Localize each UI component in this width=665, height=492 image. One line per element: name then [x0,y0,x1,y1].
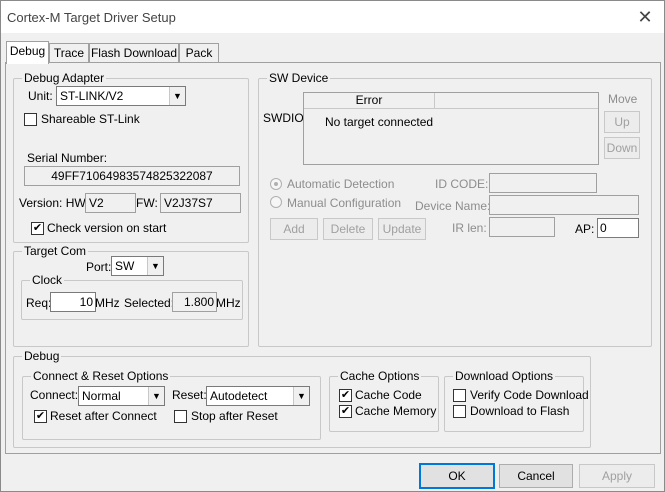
connect-reset-heading: Connect & Reset Options [31,369,171,383]
reset-value: Autodetect [210,389,268,403]
down-button[interactable]: Down [604,137,640,159]
connect-select[interactable]: Normal ▼ [78,386,165,406]
id-code-label: ID CODE: [435,177,489,191]
hw-version-field: V2 [85,193,136,213]
debug-adapter-heading: Debug Adapter [22,71,107,85]
table-row: No target connected [325,115,434,129]
apply-button[interactable]: Apply [579,464,655,488]
fw-version-label: FW: [136,196,158,210]
check-version-checkbox[interactable]: ✔ [31,222,44,235]
ap-input[interactable]: 0 [597,218,639,238]
debug-options-heading: Debug [22,349,62,363]
stop-after-reset-checkbox[interactable] [174,410,187,423]
serial-number-field: 49FF71064983574825322087 [24,166,240,186]
download-to-flash-label: Download to Flash [470,404,570,418]
ap-label: AP: [575,222,595,236]
move-label: Move [608,92,638,106]
unit-value: ST-LINK/V2 [60,89,124,103]
selected-unit: MHz [216,296,241,310]
manual-configuration-label: Manual Configuration [287,196,402,210]
download-to-flash-checkbox[interactable] [453,405,466,418]
cache-code-checkbox[interactable]: ✔ [339,389,352,402]
chevron-down-icon: ▼ [148,387,164,405]
tab-flash-download[interactable]: Flash Download [89,43,179,63]
swdio-label: SWDIO [263,111,304,125]
download-options-heading: Download Options [453,369,556,383]
tab-debug-label: Debug [9,44,46,58]
manual-configuration-radio[interactable] [270,196,282,208]
unit-select[interactable]: ST-LINK/V2 ▼ [56,86,186,106]
fw-version-field: V2J37S7 [160,193,241,213]
req-input[interactable]: 10 [50,292,96,312]
hw-version-label: Version: HW: [19,196,89,210]
tab-flash-download-label: Flash Download [90,46,178,60]
add-button[interactable]: Add [270,218,318,240]
connect-label: Connect: [30,388,79,402]
tab-trace[interactable]: Trace [49,43,89,63]
automatic-detection-label: Automatic Detection [287,177,395,191]
target-com-heading: Target Com [22,244,89,258]
cache-memory-checkbox[interactable]: ✔ [339,405,352,418]
cache-options-heading: Cache Options [338,369,422,383]
req-label: Req: [26,296,52,310]
serial-number-label: Serial Number: [27,151,108,165]
port-label: Port: [86,260,112,274]
reset-after-connect-label: Reset after Connect [50,409,157,423]
cache-code-label: Cache Code [355,388,422,402]
check-version-label: Check version on start [47,221,167,235]
stop-after-reset-label: Stop after Reset [191,409,278,423]
automatic-detection-radio[interactable] [270,178,282,190]
unit-label: Unit: [28,89,53,103]
req-unit: MHz [95,296,120,310]
up-button[interactable]: Up [604,111,640,133]
port-value: SW [115,259,135,273]
chevron-down-icon: ▼ [293,387,309,405]
tab-pack[interactable]: Pack [179,43,219,63]
sw-device-heading: SW Device [267,71,331,85]
close-icon[interactable]: ✕ [633,6,657,28]
device-name-field[interactable] [489,195,639,215]
device-name-label: Device Name: [415,199,491,213]
tab-pack-label: Pack [185,46,213,60]
device-table[interactable]: Error No target connected [303,92,599,165]
shareable-checkbox[interactable] [24,113,37,126]
verify-code-download-label: Verify Code Download [470,388,589,402]
column-header-empty[interactable] [435,93,598,109]
id-code-field[interactable] [489,173,597,193]
reset-select[interactable]: Autodetect ▼ [206,386,310,406]
cancel-button[interactable]: Cancel [499,464,573,488]
connect-value: Normal [82,389,121,403]
column-header-error[interactable]: Error [304,93,435,109]
delete-button[interactable]: Delete [323,218,373,240]
column-header-error-label: Error [355,93,383,107]
selected-label: Selected: [124,296,175,310]
shareable-label: Shareable ST-Link [41,112,140,126]
cache-memory-label: Cache Memory [355,404,437,418]
dialog-window: Cortex-M Target Driver Setup ✕ Debug Tra… [0,0,665,492]
reset-label: Reset: [172,388,207,402]
chevron-down-icon: ▼ [147,257,163,275]
verify-code-download-checkbox[interactable] [453,389,466,402]
update-button[interactable]: Update [378,218,426,240]
title-bar: Cortex-M Target Driver Setup ✕ [1,1,664,33]
reset-after-connect-checkbox[interactable]: ✔ [34,410,47,423]
ok-button[interactable]: OK [419,463,495,489]
tab-debug[interactable]: Debug [6,41,49,64]
ir-len-field[interactable] [489,217,555,237]
window-title: Cortex-M Target Driver Setup [7,10,176,25]
selected-value-field: 1.800 [172,292,217,312]
port-select[interactable]: SW ▼ [111,256,164,276]
tab-trace-label: Trace [53,46,85,60]
ir-len-label: IR len: [452,221,487,235]
chevron-down-icon: ▼ [169,87,185,105]
clock-heading: Clock [30,273,65,287]
